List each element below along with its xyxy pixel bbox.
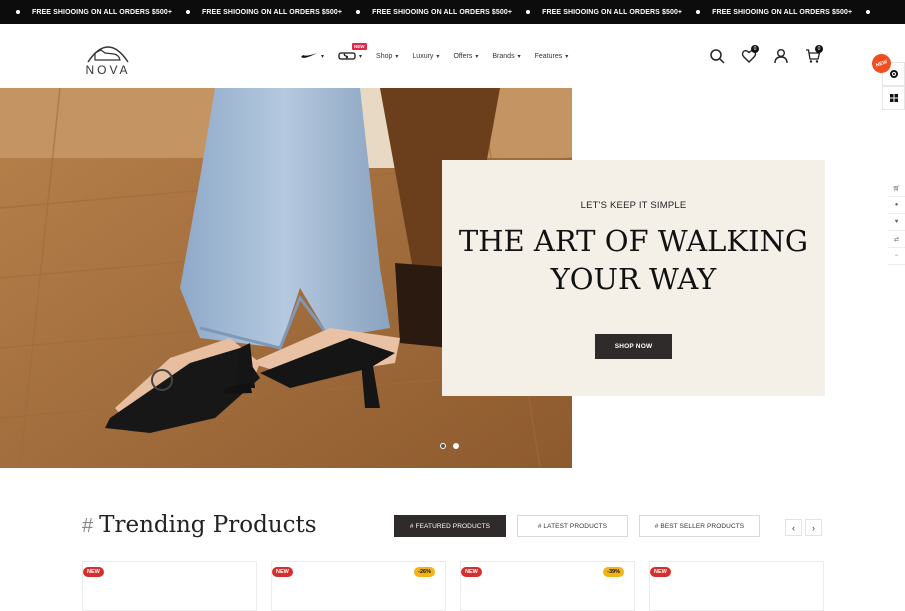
announcement-message: FREE SHIOOING ON ALL ORDERS $500+ — [32, 8, 173, 16]
new-badge: NEW — [461, 567, 482, 577]
account-button[interactable] — [771, 46, 791, 66]
shuffle-icon: ⇄ — [893, 236, 900, 243]
cart-quick-button[interactable]: 🛒︎ — [888, 180, 905, 197]
hero-headline-line: YOUR WAY — [550, 262, 717, 296]
nav-item-label: Features — [534, 52, 563, 60]
shop-now-button[interactable]: SHOP NOW — [595, 334, 672, 359]
user-icon: ● — [894, 202, 899, 208]
prev-arrow-button[interactable]: ‹ — [785, 519, 802, 536]
compare-quick-button[interactable]: ⇄ — [888, 231, 905, 248]
hero-promo-panel: LET'S KEEP IT SIMPLE THE ART OF WALKING … — [442, 160, 825, 396]
tab-latest-products[interactable]: # LATEST PRODUCTS — [517, 515, 628, 537]
wishlist-count-badge: 0 — [751, 45, 759, 53]
nav-item-brands[interactable]: Brands ▾ — [492, 53, 520, 60]
new-badge: NEW — [650, 567, 671, 577]
minus-icon: − — [894, 253, 899, 259]
account-quick-button[interactable]: ● — [888, 197, 905, 214]
s-brand-icon — [338, 52, 356, 60]
bullet-dot — [356, 10, 361, 14]
cart-count-badge: 0 — [815, 45, 823, 53]
nav-item-features[interactable]: Features ▾ — [535, 53, 569, 60]
nav-brand-s[interactable]: NEW ▾ — [338, 43, 367, 60]
shoe-arch-logo-icon — [87, 46, 129, 63]
product-card[interactable]: NEW -26% — [271, 561, 446, 611]
bullet-dot — [16, 10, 20, 14]
search-button[interactable] — [707, 46, 727, 66]
nav-brand-swoosh[interactable]: ▾ — [300, 52, 324, 60]
nav-item-label: Offers — [453, 52, 473, 60]
grid-icon — [889, 94, 898, 102]
nav-item-shop[interactable]: Shop ▾ — [376, 53, 398, 60]
main-nav: ▾ NEW ▾ Shop ▾ Luxury ▾ Offers ▾ Brands ▾ Fe… — [300, 43, 582, 64]
announcement-bar: FREE SHIOOING ON ALL ORDERS $500+ FREE S… — [0, 0, 905, 24]
slider-dot-2[interactable] — [453, 443, 459, 449]
chevron-down-icon: ▾ — [321, 53, 325, 60]
bullet-dot — [696, 10, 701, 14]
carousel-arrows: ‹ › — [785, 519, 825, 536]
announcement-message: FREE SHIOOING ON ALL ORDERS $500+ — [542, 8, 683, 16]
product-grid: NEW NEW -26% NEW -39% NEW — [82, 561, 824, 611]
nav-item-label: Shop — [376, 52, 393, 60]
product-card[interactable]: NEW — [649, 561, 824, 611]
cart-icon: 🛒︎ — [892, 185, 901, 192]
announcement-message: FREE SHIOOING ON ALL ORDERS $500+ — [372, 8, 513, 16]
chevron-down-icon: ▾ — [395, 53, 399, 60]
discount-badge: -39% — [603, 567, 624, 577]
section-title-text: Trending Products — [99, 512, 317, 538]
product-card[interactable]: NEW — [82, 561, 257, 611]
bullet-dot — [186, 10, 191, 14]
new-badge: NEW — [83, 567, 104, 577]
new-tag: NEW — [352, 43, 367, 50]
tab-featured-products[interactable]: # FEATURED PRODUCTS — [394, 515, 506, 537]
search-icon — [710, 49, 725, 64]
layout-button[interactable] — [882, 86, 905, 110]
new-badge: NEW — [272, 567, 293, 577]
nav-item-luxury[interactable]: Luxury ▾ — [412, 53, 439, 60]
floating-tools: NEW — [869, 51, 905, 110]
discount-badge: -26% — [414, 567, 435, 577]
header-icons: 0 0 — [707, 45, 835, 66]
nav-item-offers[interactable]: Offers ▾ — [453, 53, 478, 60]
bullet-dot — [526, 10, 531, 14]
section-title: # Trending Products — [82, 512, 317, 538]
minus-quick-button[interactable]: − — [888, 248, 905, 265]
site-header: NOVA ▾ NEW ▾ Shop ▾ Luxury ▾ Offers ▾ Brand… — [0, 24, 905, 88]
hero-slider-dots — [440, 443, 466, 449]
user-icon — [774, 49, 788, 64]
announcement-message: FREE SHIOOING ON ALL ORDERS $500+ — [202, 8, 343, 16]
hero-headline-line: THE ART OF WALKING — [458, 224, 809, 258]
nav-item-label: Luxury — [412, 52, 434, 60]
chevron-down-icon: ▾ — [565, 53, 569, 60]
chevron-down-icon: ▾ — [475, 53, 479, 60]
wishlist-quick-button[interactable]: ♥ — [888, 214, 905, 231]
swoosh-brand-icon — [301, 53, 317, 58]
product-tabs: # FEATURED PRODUCTS # LATEST PRODUCTS # … — [394, 515, 771, 537]
heart-icon: ♥ — [894, 219, 899, 225]
tab-best-seller-products[interactable]: # BEST SELLER PRODUCTS — [639, 515, 760, 537]
logo-wordmark: NOVA — [85, 63, 131, 77]
chevron-down-icon: ▾ — [517, 53, 521, 60]
nav-item-label: Brands — [492, 52, 515, 60]
side-quick-actions: 🛒︎ ● ♥ ⇄ − — [888, 180, 905, 265]
next-arrow-button[interactable]: › — [805, 519, 822, 536]
logo[interactable]: NOVA — [82, 38, 134, 77]
hero-headline: THE ART OF WALKING YOUR WAY — [442, 222, 825, 298]
chevron-down-icon: ▾ — [359, 53, 363, 60]
chevron-down-icon: ▾ — [436, 53, 440, 60]
announcement-message: FREE SHIOOING ON ALL ORDERS $500+ — [712, 8, 853, 16]
slider-dot-1[interactable] — [440, 443, 446, 449]
product-card[interactable]: NEW -39% — [460, 561, 635, 611]
wishlist-button[interactable]: 0 — [739, 45, 759, 66]
bullet-dot — [866, 10, 871, 14]
cart-button[interactable]: 0 — [803, 45, 823, 66]
hero-eyebrow: LET'S KEEP IT SIMPLE — [580, 200, 687, 211]
hash-icon: # — [82, 515, 94, 537]
gear-icon — [889, 70, 898, 78]
